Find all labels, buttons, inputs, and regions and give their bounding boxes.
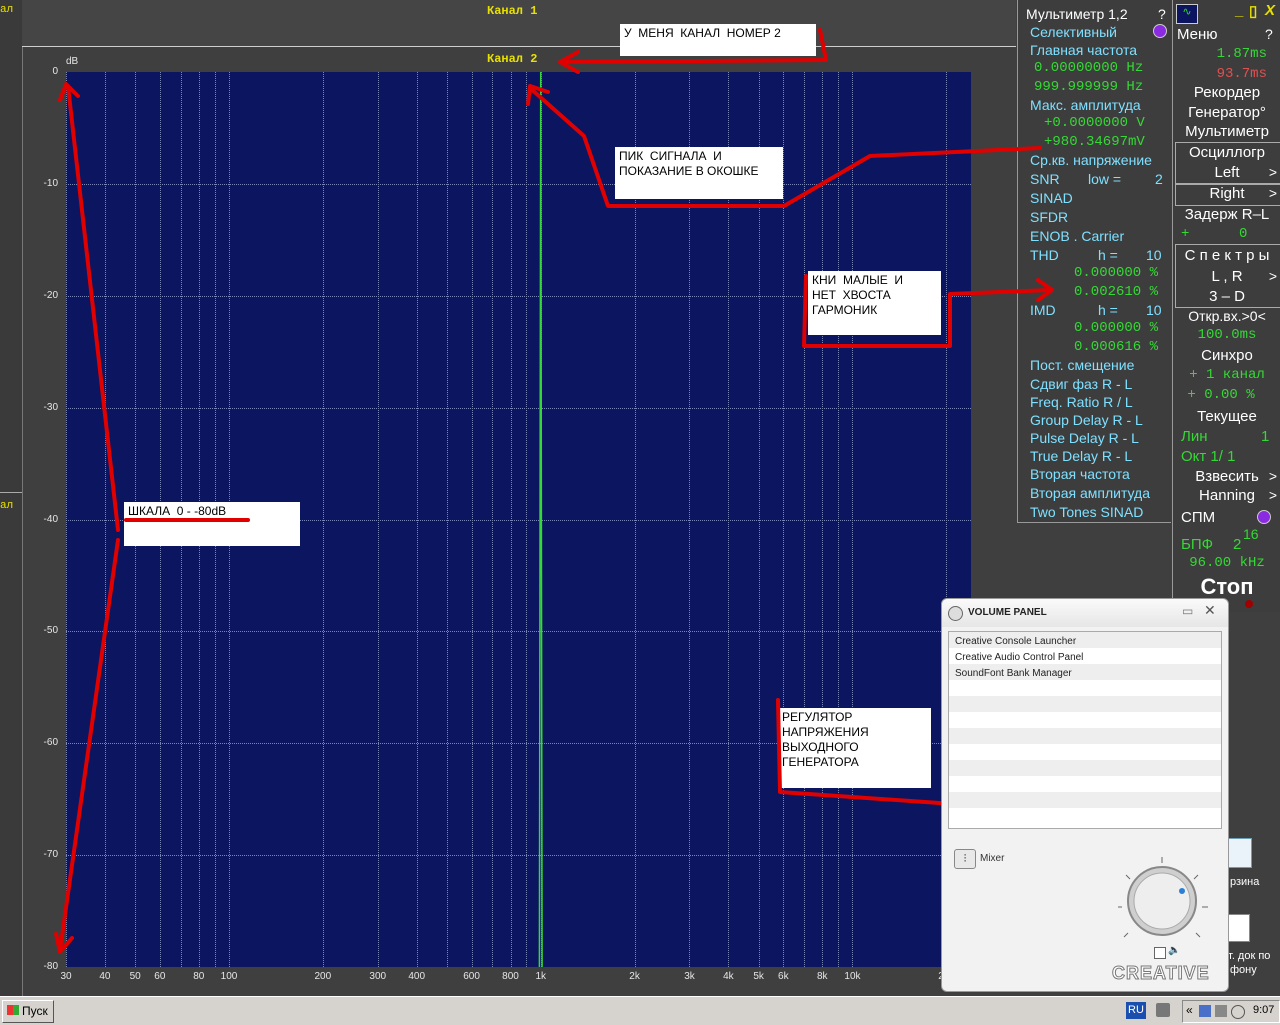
list-item[interactable]: Creative Console Launcher <box>955 636 1076 647</box>
tray-expand-icon[interactable]: « <box>1186 1003 1193 1017</box>
channel-arrow <box>560 28 828 64</box>
language-indicator[interactable]: RU <box>1126 1002 1146 1019</box>
volume-panel-window: VOLUME PANEL ▭ ✕ Creative Console Launch… <box>941 598 1229 992</box>
scale-arrow-up <box>66 84 120 532</box>
windows-logo-icon <box>7 1005 19 1015</box>
volume-panel-maximize-icon[interactable]: ▭ <box>1182 604 1193 618</box>
taskbar: Пуск RU « 9:07 <box>0 996 1280 1025</box>
scale-arrow-down-head <box>54 932 74 954</box>
clock[interactable]: 9:07 <box>1253 1004 1274 1016</box>
list-item[interactable]: Creative Audio Control Panel <box>955 652 1083 663</box>
mixer-icon[interactable]: ⫶ <box>954 849 976 869</box>
creative-logo: CREATIVE <box>1112 963 1210 984</box>
launcher-list[interactable]: Creative Console Launcher Creative Audio… <box>948 631 1222 829</box>
volume-panel-title: VOLUME PANEL <box>968 607 1047 618</box>
volume-panel-close-icon[interactable]: ✕ <box>1204 602 1216 619</box>
volume-knob[interactable] <box>1118 855 1218 955</box>
tray-clock-icon[interactable] <box>1231 1005 1245 1019</box>
tray-network-icon[interactable] <box>1199 1005 1211 1017</box>
peak-arrow <box>528 86 1042 208</box>
speaker-icon: 🔈 <box>1168 945 1181 956</box>
scale-arrow-down <box>58 538 120 952</box>
thd-arrow <box>802 274 1052 348</box>
volume-panel-icon <box>948 606 963 621</box>
system-tray: « 9:07 <box>1182 1000 1280 1023</box>
tray-volume-icon[interactable] <box>1215 1005 1227 1017</box>
mixer-label[interactable]: Mixer <box>980 853 1004 864</box>
start-button[interactable]: Пуск <box>2 1000 54 1023</box>
volume-panel-titlebar[interactable]: VOLUME PANEL ▭ ✕ <box>942 599 1228 627</box>
list-item[interactable]: SoundFont Bank Manager <box>955 668 1072 679</box>
start-label: Пуск <box>22 1004 48 1018</box>
tray-app-icon[interactable] <box>1156 1003 1170 1017</box>
mute-checkbox[interactable] <box>1154 947 1166 959</box>
